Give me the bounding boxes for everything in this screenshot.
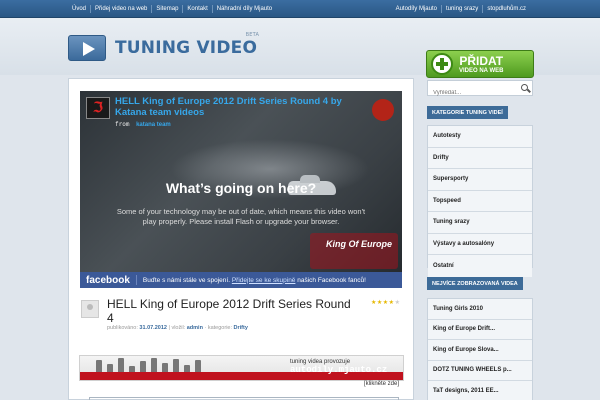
facebook-text-outro: našich Facebook fanců! [297, 276, 366, 284]
category-autotesty[interactable]: Autotesty [428, 126, 532, 148]
top-nav-left: Úvod Přidej video na web Sitemap Kontakt… [68, 0, 276, 18]
nav-link-stopdluhum[interactable]: stopdluhům.cz [483, 5, 530, 13]
popular-video-item[interactable]: Tuning Girls 2010 [428, 299, 532, 320]
category-label: kategorie: [207, 325, 232, 331]
video-from-label: from [115, 121, 130, 128]
popular-video-item[interactable]: King of Europe Slova... [428, 340, 532, 361]
published-label: publikováno: [107, 325, 138, 331]
top-nav-bar: Úvod Přidej video na web Sitemap Kontakt… [0, 0, 600, 18]
video-author-link[interactable]: katana team [136, 122, 171, 128]
post-author[interactable]: admin [187, 325, 203, 331]
video-watermark: King Of Europe [310, 233, 398, 269]
divider [135, 275, 137, 285]
search-box [427, 80, 533, 100]
category-topspeed[interactable]: Topspeed [428, 190, 532, 212]
categories-list: Autotesty Drifty Supersporty Topspeed Tu… [427, 125, 533, 277]
ad-banner[interactable]: tuning videa provozuje autodily.mjauto.c… [79, 355, 404, 381]
star-rating[interactable]: ★★★★★ [371, 299, 400, 306]
site-header: TUNING VIDEO BETA PŘIDAT VIDEO NA WEB [0, 18, 600, 78]
search-icon[interactable] [521, 84, 528, 91]
popular-video-item[interactable]: DOTZ TUNING WHEELS p... [428, 360, 532, 381]
category-drifty[interactable]: Drifty [428, 147, 532, 169]
nav-link-contact[interactable]: Kontakt [183, 5, 213, 13]
video-error-message: Some of your technology may be out of da… [116, 207, 366, 226]
logo-text: TUNING VIDEO BETA [115, 32, 259, 58]
facebook-join-link[interactable]: Přidejte se ke skupině [232, 277, 296, 284]
categories-heading: KATEGORIE TUNING VIDEÍ [427, 106, 508, 119]
video-player[interactable]: ℑ HELL King of Europe 2012 Drift Series … [80, 91, 402, 288]
facebook-text-intro: Buďte s námi stále ve spojení. [142, 276, 231, 284]
facebook-logo[interactable]: facebook [86, 275, 130, 286]
video-byline: from katana team [115, 121, 171, 128]
category-vystavy[interactable]: Výstavy a autosalóny [428, 233, 532, 255]
logo-title: TUNING VIDEO [115, 38, 258, 58]
video-error-heading: What’s going on here? [165, 180, 317, 196]
channel-thumbnail[interactable]: ℑ [86, 97, 110, 119]
category-supersporty[interactable]: Supersporty [428, 169, 532, 191]
nav-link-sitemap[interactable]: Sitemap [152, 5, 184, 13]
avatar [81, 300, 99, 318]
search-input[interactable] [428, 86, 516, 100]
add-video-button[interactable]: PŘIDAT VIDEO NA WEB [426, 50, 534, 78]
emblem-icon [372, 99, 394, 121]
main-content: ℑ HELL King of Europe 2012 Drift Series … [68, 78, 414, 400]
popular-video-item[interactable]: TaT designs, 2011 EE... [428, 381, 532, 400]
category-ostatni[interactable]: Ostatní [428, 255, 532, 277]
facebook-text: Buďte s námi stále ve spojení. Přidejte … [143, 277, 366, 284]
plus-icon [431, 53, 453, 75]
add-video-sublabel: VIDEO NA WEB [459, 67, 504, 74]
ad-click-link[interactable]: [klikněte zde] [364, 381, 399, 387]
nav-link-parts[interactable]: Náhradní díly Mjauto [213, 5, 276, 13]
post-title[interactable]: HELL King of Europe 2012 Drift Series Ro… [107, 297, 357, 325]
top-nav-right: Autodíly Mjauto tuning srazy stopdluhům.… [392, 0, 530, 18]
post-category[interactable]: Drifty [234, 325, 248, 331]
post-date: 31.07.2012 [139, 325, 167, 331]
star-icon[interactable]: ★ [395, 300, 401, 306]
beta-badge: BETA [245, 32, 260, 38]
popular-heading: NEJVÍCE ZOBRAZOVANÁ VIDEA [427, 277, 523, 290]
nav-link-home[interactable]: Úvod [68, 5, 92, 13]
ad-line2: autodily.mjauto.cz [290, 365, 388, 375]
facebook-bar: facebook Buďte s námi stále ve spojení. … [80, 272, 402, 288]
category-tuning-srazy[interactable]: Tuning srazy [428, 212, 532, 234]
popular-video-item[interactable]: King of Europe Drift... [428, 319, 532, 340]
add-video-label: PŘIDAT [459, 53, 504, 68]
post-meta: publikováno: 31.07.2012 | vložil: admin … [107, 325, 248, 331]
nav-link-tuning-meets[interactable]: tuning srazy [442, 5, 484, 13]
nav-link-add-video[interactable]: Přidej video na web [91, 5, 153, 13]
popular-videos-list: Tuning Girls 2010 King of Europe Drift..… [427, 298, 533, 400]
site-logo[interactable]: TUNING VIDEO BETA [68, 32, 259, 61]
nav-link-mjauto[interactable]: Autodíly Mjauto [392, 5, 442, 13]
play-icon [68, 35, 106, 61]
video-title[interactable]: HELL King of Europe 2012 Drift Series Ro… [115, 96, 355, 118]
added-label: vložil: [171, 325, 186, 331]
